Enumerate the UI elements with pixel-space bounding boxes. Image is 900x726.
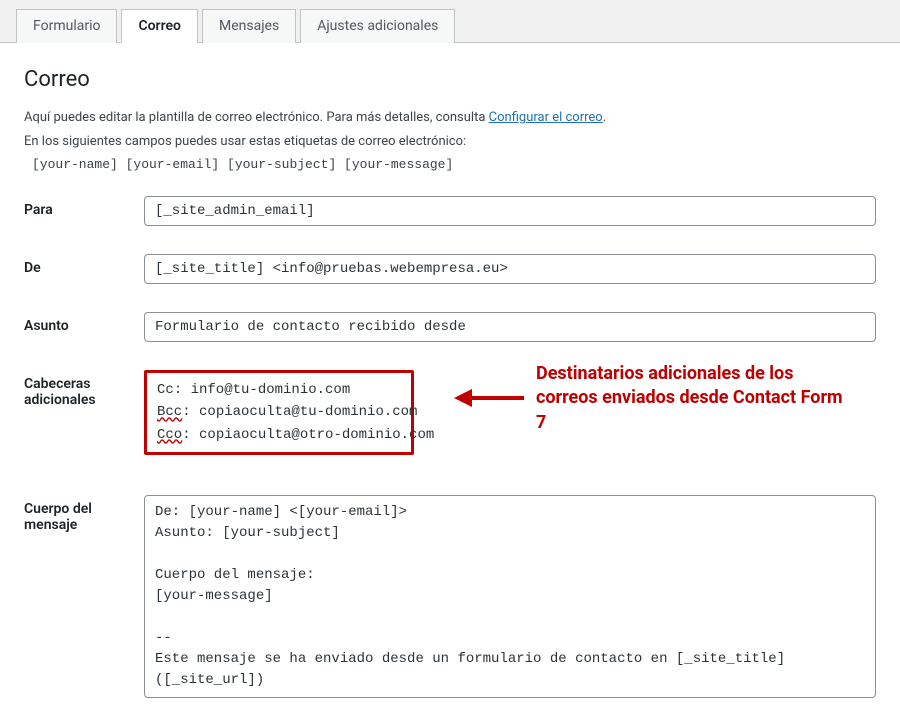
field-cuerpo: Cuerpo del mensaje xyxy=(24,495,876,702)
tab-formulario[interactable]: Formulario xyxy=(16,9,117,43)
annotation-overlay: Destinatarios adicionales de los correos… xyxy=(454,362,856,435)
mail-tags: [your-name] [your-email] [your-subject] … xyxy=(32,157,876,172)
mail-panel: Correo Aquí puedes editar la plantilla d… xyxy=(0,43,900,726)
tab-ajustes[interactable]: Ajustes adicionales xyxy=(300,9,455,43)
annotation-text: Destinatarios adicionales de los correos… xyxy=(536,362,856,435)
field-de: De xyxy=(24,254,876,284)
tab-bar: Formulario Correo Mensajes Ajustes adici… xyxy=(0,0,900,43)
tab-mensajes[interactable]: Mensajes xyxy=(202,9,296,43)
input-para[interactable] xyxy=(144,196,876,226)
field-cabeceras: Cabeceras adicionales Cc: info@tu-domini… xyxy=(24,370,876,455)
intro-line2: En los siguientes campos puedes usar est… xyxy=(24,132,876,152)
label-cabeceras: Cabeceras adicionales xyxy=(24,370,144,408)
input-de[interactable] xyxy=(144,254,876,284)
label-de: De xyxy=(24,254,144,276)
tab-correo[interactable]: Correo xyxy=(121,9,197,43)
field-para: Para xyxy=(24,196,876,226)
input-cabeceras[interactable]: Cc: info@tu-dominio.com Bcc: copiaoculta… xyxy=(144,370,414,455)
panel-heading: Correo xyxy=(24,67,876,92)
input-asunto[interactable] xyxy=(144,312,876,342)
label-cuerpo: Cuerpo del mensaje xyxy=(24,495,144,533)
intro-text: Aquí puedes editar la plantilla de corre… xyxy=(24,108,876,172)
label-asunto: Asunto xyxy=(24,312,144,334)
label-para: Para xyxy=(24,196,144,218)
intro-line1: Aquí puedes editar la plantilla de corre… xyxy=(24,110,489,125)
intro-link[interactable]: Configurar el correo xyxy=(489,110,603,125)
arrow-icon xyxy=(454,383,524,413)
input-cuerpo[interactable] xyxy=(144,495,876,698)
field-asunto: Asunto xyxy=(24,312,876,342)
